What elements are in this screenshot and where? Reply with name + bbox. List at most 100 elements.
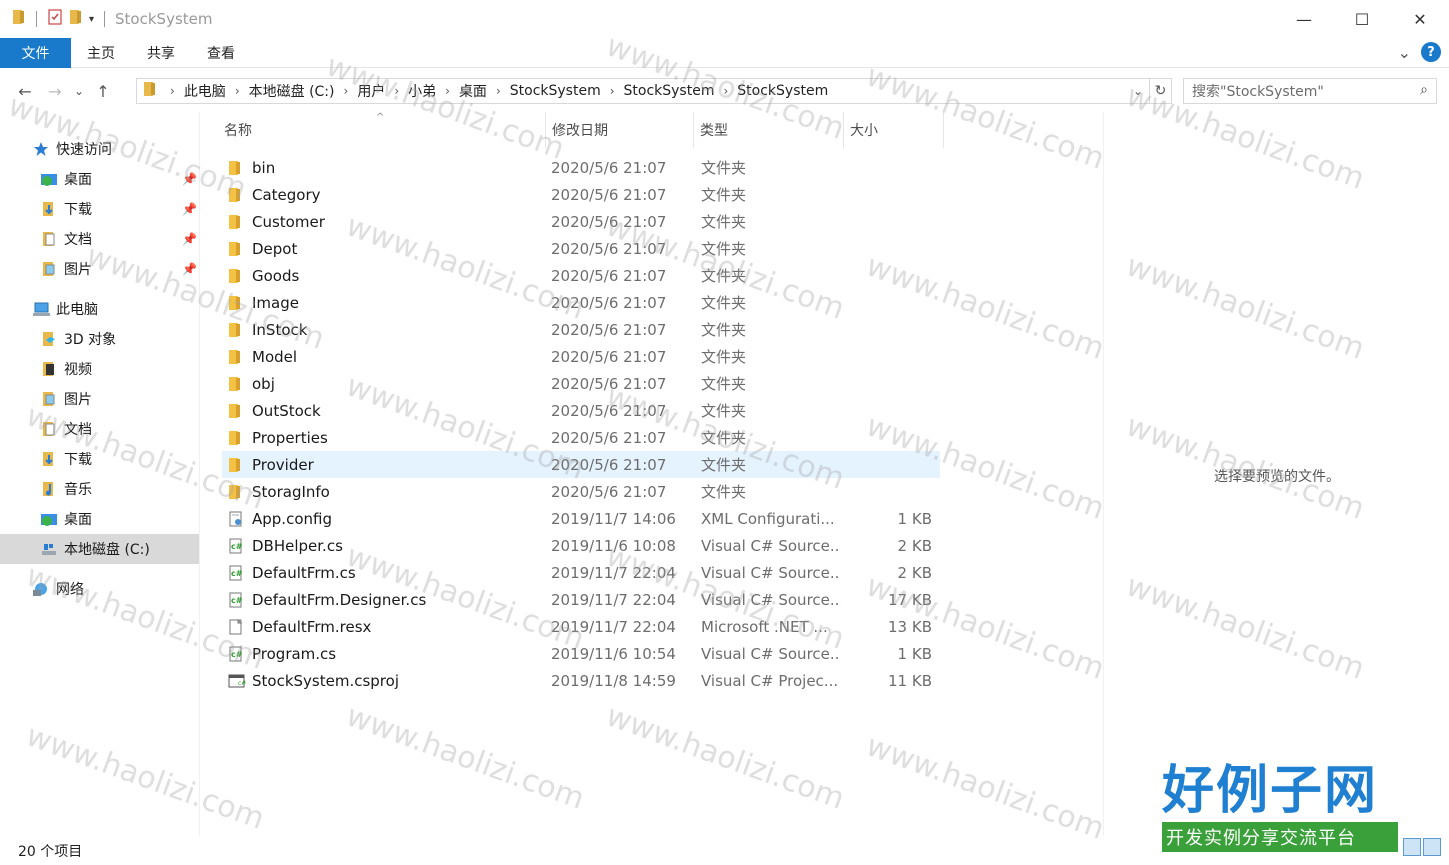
sidebar-item-this-pc[interactable]: 此电脑	[32, 294, 98, 324]
chevron-right-icon[interactable]: ›	[394, 84, 399, 98]
file-row[interactable]: c# DefaultFrm.Designer.cs 2019/11/7 22:04 V…	[222, 586, 940, 613]
large-icons-view-button[interactable]	[1423, 838, 1441, 856]
file-row[interactable]: Properties 2020/5/6 21:07 文件夹	[222, 424, 940, 451]
sidebar-item-downloads[interactable]: 下载	[40, 194, 92, 224]
brand-title: 好例子网	[1162, 760, 1379, 821]
download-icon	[40, 201, 58, 217]
sidebar-item-documents-pc[interactable]: 文档	[40, 414, 92, 444]
file-row[interactable]: c# Program.cs 2019/11/6 10:54 Visual C# Sou…	[222, 640, 940, 667]
chevron-right-icon[interactable]: ›	[445, 84, 450, 98]
pin-icon[interactable]: 📌	[182, 262, 197, 276]
sidebar-item-quick-access[interactable]: 快速访问	[32, 134, 112, 164]
file-row[interactable]: Goods 2020/5/6 21:07 文件夹	[222, 262, 940, 289]
tab-file[interactable]: 文件	[0, 37, 71, 68]
file-date: 2020/5/6 21:07	[551, 266, 667, 285]
chevron-right-icon[interactable]: ›	[235, 84, 240, 98]
maximize-button[interactable]: ☐	[1333, 0, 1391, 38]
expand-ribbon-icon[interactable]: ⌄	[1398, 43, 1411, 62]
sidebar-item-downloads-pc[interactable]: 下载	[40, 444, 92, 474]
file-name: Image	[252, 293, 299, 312]
file-row[interactable]: c# StockSystem.csproj 2019/11/8 14:59 Visua…	[222, 667, 940, 694]
sidebar-item-3d-objects[interactable]: 3D 对象	[40, 324, 116, 354]
chevron-right-icon[interactable]: ›	[610, 84, 615, 98]
chevron-right-icon[interactable]: ›	[723, 84, 728, 98]
address-bar[interactable]: › 此电脑 › 本地磁盘 (C:) › 用户 › 小弟 › 桌面 › Stock…	[136, 78, 1172, 104]
tab-share[interactable]: 共享	[131, 38, 191, 68]
breadcrumb-users[interactable]: 用户	[357, 81, 385, 101]
column-headers: ^ 名称 修改日期 类型 大小	[210, 112, 1110, 148]
sidebar-item-desktop[interactable]: 桌面	[40, 164, 92, 194]
window-title: StockSystem	[115, 10, 213, 28]
pin-icon[interactable]: 📌	[182, 172, 197, 186]
file-row[interactable]: obj 2020/5/6 21:07 文件夹	[222, 370, 940, 397]
file-row[interactable]: DefaultFrm.resx 2019/11/7 22:04 Microsoft …	[222, 613, 940, 640]
search-icon[interactable]: ⌕	[1420, 82, 1428, 98]
help-icon[interactable]: ?	[1421, 42, 1441, 62]
file-row[interactable]: OutStock 2020/5/6 21:07 文件夹	[222, 397, 940, 424]
resx-file-icon	[228, 618, 246, 635]
file-row[interactable]: Category 2020/5/6 21:07 文件夹	[222, 181, 940, 208]
file-row[interactable]: App.config 2019/11/7 14:06 XML Configurati…	[222, 505, 940, 532]
file-size: 1 KB	[897, 644, 932, 663]
folder-icon	[228, 160, 246, 176]
sidebar-item-local-disk[interactable]: 本地磁盘 (C:)	[0, 534, 199, 564]
minimize-button[interactable]: —	[1275, 0, 1333, 38]
refresh-button[interactable]: ↻	[1149, 79, 1171, 103]
file-type: Visual C# Projec...	[701, 671, 839, 690]
preview-message: 选择要预览的文件。	[1214, 469, 1340, 485]
chevron-right-icon[interactable]: ›	[170, 84, 175, 98]
breadcrumb-stocksystem-1[interactable]: StockSystem	[510, 83, 601, 99]
customize-toolbar-icon[interactable]: ▾	[89, 14, 94, 25]
forward-button[interactable]: →	[40, 76, 70, 106]
sidebar-item-pictures[interactable]: 图片	[40, 254, 92, 284]
chevron-right-icon[interactable]: ›	[344, 84, 349, 98]
pin-icon[interactable]: 📌	[182, 202, 197, 216]
properties-icon[interactable]	[47, 9, 63, 29]
sidebar-item-music[interactable]: 音乐	[40, 474, 92, 504]
breadcrumb-stocksystem-3[interactable]: StockSystem	[737, 83, 828, 99]
sidebar-item-documents[interactable]: 文档	[40, 224, 92, 254]
sidebar-label: 网络	[56, 582, 84, 598]
sidebar-label: 图片	[64, 392, 92, 408]
file-row[interactable]: Customer 2020/5/6 21:07 文件夹	[222, 208, 940, 235]
chevron-right-icon[interactable]: ›	[496, 84, 501, 98]
sidebar-item-network[interactable]: 网络	[32, 574, 84, 604]
breadcrumb-stocksystem-2[interactable]: StockSystem	[624, 83, 715, 99]
tab-home[interactable]: 主页	[71, 38, 131, 68]
sidebar-item-desktop-pc[interactable]: 桌面	[40, 504, 92, 534]
file-row[interactable]: c# DefaultFrm.cs 2019/11/7 22:04 Visual C# …	[222, 559, 940, 586]
close-button[interactable]: ✕	[1391, 0, 1449, 38]
breadcrumb-user[interactable]: 小弟	[408, 81, 436, 101]
sidebar-label: 桌面	[64, 512, 92, 528]
file-row[interactable]: InStock 2020/5/6 21:07 文件夹	[222, 316, 940, 343]
tab-view[interactable]: 查看	[191, 38, 251, 68]
file-row[interactable]: Image 2020/5/6 21:07 文件夹	[222, 289, 940, 316]
column-header-size[interactable]: 大小	[844, 112, 944, 148]
file-row[interactable]: c# DBHelper.cs 2019/11/6 10:08 Visual C# So…	[222, 532, 940, 559]
file-row[interactable]: Provider 2020/5/6 21:07 文件夹	[222, 451, 940, 478]
search-input[interactable]: 搜索"StockSystem" ⌕	[1183, 78, 1437, 104]
file-row[interactable]: bin 2020/5/6 21:07 文件夹	[222, 154, 940, 181]
file-row[interactable]: Depot 2020/5/6 21:07 文件夹	[222, 235, 940, 262]
column-header-date[interactable]: 修改日期	[546, 112, 694, 148]
recent-locations-button[interactable]: ⌄	[70, 76, 88, 106]
up-button[interactable]: ↑	[88, 76, 118, 106]
new-folder-icon[interactable]	[69, 9, 83, 29]
file-date: 2020/5/6 21:07	[551, 212, 667, 231]
column-header-name[interactable]: 名称	[218, 112, 546, 148]
file-row[interactable]: Model 2020/5/6 21:07 文件夹	[222, 343, 940, 370]
address-dropdown-icon[interactable]: ⌄	[1127, 84, 1149, 98]
file-date: 2019/11/7 22:04	[551, 590, 676, 609]
computer-icon	[32, 301, 50, 317]
column-header-type[interactable]: 类型	[694, 112, 844, 148]
file-row[interactable]: StoragInfo 2020/5/6 21:07 文件夹	[222, 478, 940, 505]
file-type: 文件夹	[701, 267, 747, 285]
sidebar-item-videos[interactable]: 视频	[40, 354, 92, 384]
pin-icon[interactable]: 📌	[182, 232, 197, 246]
breadcrumb-local-disk[interactable]: 本地磁盘 (C:)	[249, 81, 335, 101]
details-view-button[interactable]	[1403, 838, 1421, 856]
sidebar-item-pictures-pc[interactable]: 图片	[40, 384, 92, 414]
breadcrumb-this-pc[interactable]: 此电脑	[184, 81, 226, 101]
breadcrumb-desktop[interactable]: 桌面	[459, 81, 487, 101]
back-button[interactable]: ←	[10, 76, 40, 106]
